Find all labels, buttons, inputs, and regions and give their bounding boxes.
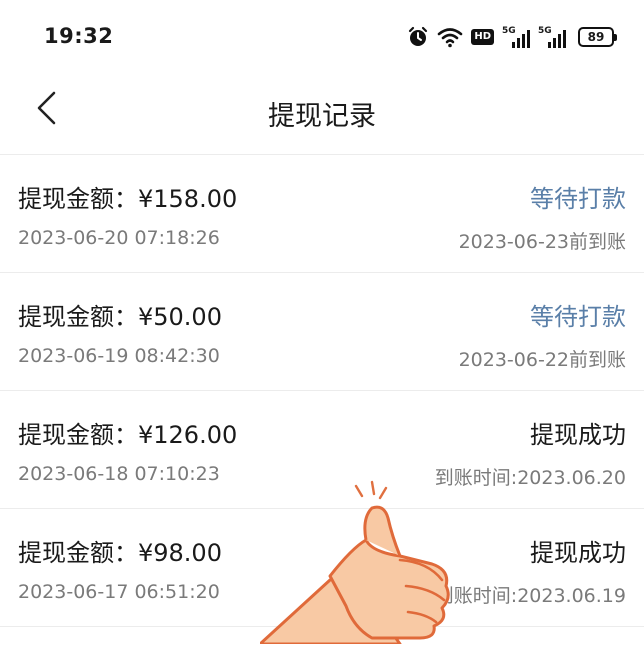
- withdrawal-amount: 提现金额：¥50.00: [18, 303, 222, 331]
- thumbs-up-sticker: [258, 478, 460, 646]
- withdrawal-amount: 提现金额：¥98.00: [18, 539, 222, 567]
- status-time: 19:32: [44, 24, 114, 48]
- arrival-time: 2023-06-22前到账: [458, 349, 626, 371]
- signal-icon-sim2: 5G: [538, 26, 566, 48]
- status-icons: HD 5G 5G 89: [407, 24, 617, 50]
- record-item[interactable]: 提现金额：¥50.00 等待打款 2023-06-19 08:42:30 202…: [0, 273, 644, 391]
- withdrawal-time: 2023-06-18 07:10:23: [18, 463, 220, 485]
- withdrawal-amount: 提现金额：¥158.00: [18, 185, 238, 213]
- withdrawal-time: 2023-06-17 06:51:20: [18, 581, 220, 603]
- arrival-time: 到账时间:2023.06.20: [434, 467, 626, 489]
- arrival-time: 到账时间:2023.06.19: [434, 585, 626, 607]
- battery-icon: 89: [578, 27, 617, 47]
- hd-voice-badge: HD: [471, 29, 494, 45]
- withdrawal-status: 提现成功: [530, 421, 626, 449]
- withdrawal-status: 提现成功: [530, 539, 626, 567]
- withdrawal-status: 等待打款: [530, 303, 626, 331]
- withdrawal-time: 2023-06-20 07:18:26: [18, 227, 220, 249]
- withdrawal-amount: 提现金额：¥126.00: [18, 421, 238, 449]
- record-item[interactable]: 提现金额：¥158.00 等待打款 2023-06-20 07:18:26 20…: [0, 155, 644, 273]
- page-title: 提现记录: [268, 101, 376, 132]
- withdrawal-time: 2023-06-19 08:42:30: [18, 345, 220, 367]
- arrival-time: 2023-06-23前到账: [458, 231, 626, 253]
- alarm-icon: [407, 26, 429, 48]
- signal-icon-sim1: 5G: [502, 26, 530, 48]
- withdrawal-status: 等待打款: [530, 185, 626, 213]
- nav-bar: 提现记录: [0, 74, 644, 155]
- status-bar: 19:32 HD 5G 5G 89: [0, 0, 644, 74]
- wifi-icon: [437, 26, 463, 48]
